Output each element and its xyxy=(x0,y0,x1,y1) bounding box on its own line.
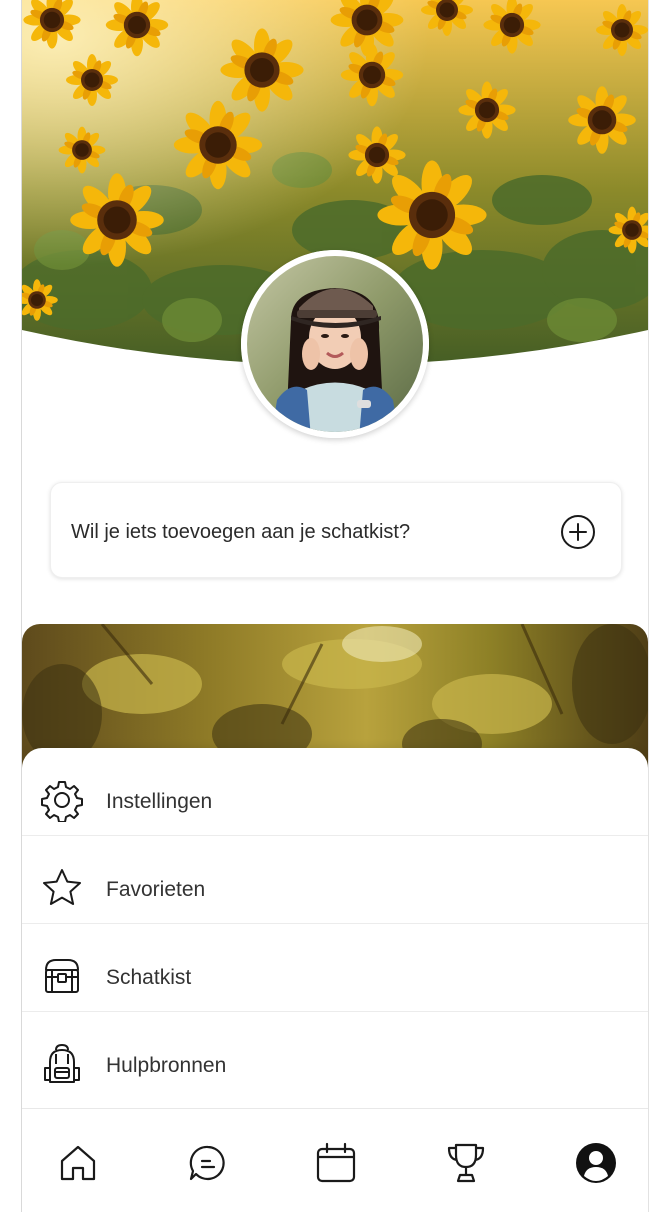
menu-label: Instellingen xyxy=(106,790,213,813)
nav-chat[interactable] xyxy=(184,1139,232,1187)
nav-calendar[interactable] xyxy=(312,1139,360,1187)
bottom-navigation xyxy=(22,1108,648,1212)
menu-item-schatkist[interactable]: Schatkist xyxy=(22,924,648,1012)
app-screen: Wil je iets toevoegen aan je schatkist? xyxy=(0,0,651,1212)
add-to-treasure-chest-card[interactable]: Wil je iets toevoegen aan je schatkist? xyxy=(50,482,622,578)
menu-label: Favorieten xyxy=(106,878,206,901)
calendar-icon xyxy=(316,1142,356,1183)
avatar[interactable] xyxy=(241,250,429,438)
menu-item-favorieten[interactable]: Favorieten xyxy=(22,836,648,924)
star-icon xyxy=(43,869,81,905)
chat-icon xyxy=(189,1145,225,1181)
menu-label: Hulpbronnen xyxy=(106,1054,227,1077)
menu-label: Schatkist xyxy=(106,966,192,989)
backpack-icon xyxy=(44,1044,80,1083)
profile-icon xyxy=(576,1143,616,1183)
nav-trophy[interactable] xyxy=(442,1139,490,1187)
prompt-text: Wil je iets toevoegen aan je schatkist? xyxy=(71,521,411,543)
profile-screen: Wil je iets toevoegen aan je schatkist? xyxy=(22,0,648,1212)
profile-menu: Instellingen Favorieten Schatkist Hulpbr… xyxy=(22,748,648,1118)
menu-item-instellingen[interactable]: Instellingen xyxy=(22,748,648,836)
nav-profile[interactable] xyxy=(572,1139,620,1187)
trophy-icon xyxy=(447,1143,485,1183)
nav-home[interactable] xyxy=(54,1139,102,1187)
frame-edge-right xyxy=(648,0,649,1212)
add-button[interactable] xyxy=(559,513,597,551)
home-icon xyxy=(60,1145,96,1181)
menu-item-hulpbronnen[interactable]: Hulpbronnen xyxy=(22,1012,648,1100)
treasure-chest-icon xyxy=(45,959,79,993)
plus-circle-icon xyxy=(561,515,595,549)
gear-icon xyxy=(41,781,83,822)
